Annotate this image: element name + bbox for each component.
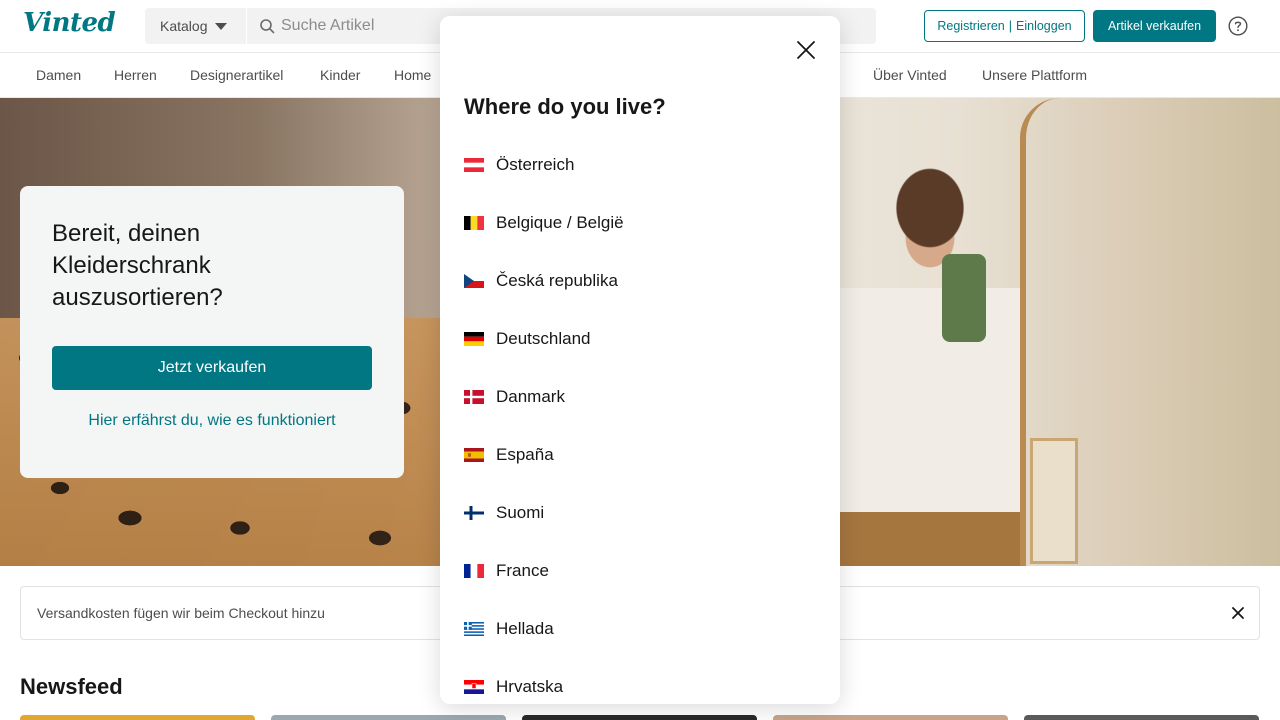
modal-title: Where do you live? <box>464 94 666 119</box>
finland-flag-icon <box>464 506 484 520</box>
denmark-flag-icon <box>464 390 484 404</box>
country-label: España <box>496 445 554 464</box>
croatia-flag-icon <box>464 680 484 694</box>
country-option-be[interactable]: Belgique / België <box>464 208 624 238</box>
close-icon[interactable] <box>796 40 816 60</box>
country-option-at[interactable]: Österreich <box>464 150 574 180</box>
country-label: Belgique / België <box>496 213 624 232</box>
country-option-fi[interactable]: Suomi <box>464 498 544 528</box>
country-option-de[interactable]: Deutschland <box>464 324 591 354</box>
country-label: Hellada <box>496 619 554 638</box>
country-label: Danmark <box>496 387 565 406</box>
country-option-dk[interactable]: Danmark <box>464 382 565 412</box>
country-option-hr[interactable]: Hrvatska <box>464 672 563 702</box>
country-label: Česká republika <box>496 271 618 290</box>
country-option-cz[interactable]: Česká republika <box>464 266 618 296</box>
greece-flag-icon <box>464 622 484 636</box>
belgium-flag-icon <box>464 216 484 230</box>
country-option-es[interactable]: España <box>464 440 554 470</box>
country-option-gr[interactable]: Hellada <box>464 614 554 644</box>
country-label: Deutschland <box>496 329 591 348</box>
country-label: Suomi <box>496 503 545 522</box>
spain-flag-icon <box>464 448 484 462</box>
country-select-modal: Where do you live? Österreich Belgique /… <box>440 16 840 704</box>
country-label: Hrvatska <box>496 677 564 696</box>
germany-flag-icon <box>464 332 484 346</box>
austria-flag-icon <box>464 158 484 172</box>
czech-flag-icon <box>464 274 484 288</box>
country-label: Österreich <box>496 155 575 174</box>
country-option-fr[interactable]: France <box>464 556 549 586</box>
country-label: France <box>496 561 549 580</box>
france-flag-icon <box>464 564 484 578</box>
